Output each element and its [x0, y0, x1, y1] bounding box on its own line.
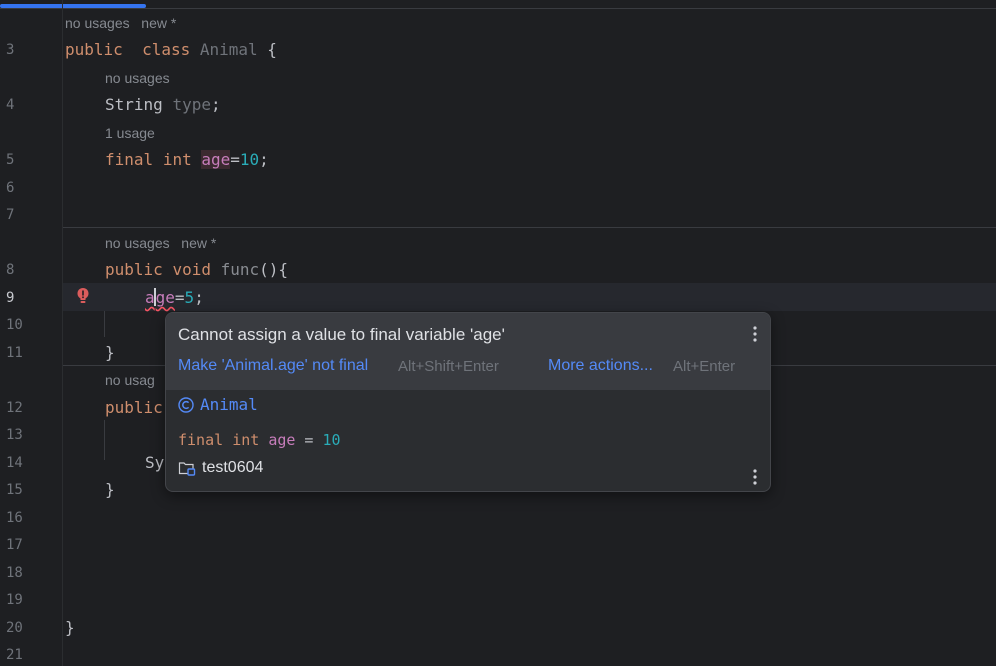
- indent-guide: [104, 311, 105, 337]
- more-actions-link[interactable]: More actions...: [548, 357, 653, 375]
- code-line[interactable]: Sy: [145, 453, 164, 473]
- line-number: 15: [6, 482, 23, 498]
- line-number: 3: [6, 42, 15, 58]
- keyword: public: [65, 40, 123, 59]
- keyword: void: [172, 260, 211, 279]
- code-punct: =: [174, 288, 185, 307]
- number-literal: 10: [239, 150, 260, 169]
- error-bulb-icon[interactable]: [76, 287, 90, 305]
- keyword: int: [162, 150, 192, 169]
- usages-hint[interactable]: no usages new *: [105, 235, 216, 251]
- module-folder-icon: [178, 462, 196, 476]
- line-number: 8: [6, 262, 15, 278]
- code-line[interactable]: final int age=10;: [105, 150, 269, 170]
- make-not-final-shortcut: Alt+Shift+Enter: [398, 358, 499, 375]
- usages-hint-text[interactable]: no usages: [105, 235, 170, 251]
- class-name: Animal: [199, 40, 258, 59]
- field-name-highlighted: age: [201, 150, 231, 169]
- progress-bar: [0, 0, 996, 8]
- indent-guide: [104, 420, 105, 460]
- line-number: 18: [6, 565, 23, 581]
- keyword: class: [142, 40, 191, 59]
- field-name: type: [172, 95, 211, 114]
- code-line[interactable]: }: [65, 618, 75, 638]
- code-line[interactable]: String type;: [105, 95, 221, 115]
- new-hint[interactable]: new *: [141, 15, 176, 31]
- line-number: 12: [6, 400, 23, 416]
- line-number: 19: [6, 592, 23, 608]
- more-vertical-icon[interactable]: [752, 325, 758, 343]
- code-line[interactable]: }: [105, 480, 115, 500]
- more-actions-shortcut: Alt+Enter: [673, 358, 736, 375]
- make-not-final-action[interactable]: Make 'Animal.age' not final: [178, 357, 368, 375]
- usages-hint[interactable]: no usag: [105, 372, 155, 388]
- code-punct: ;: [210, 95, 221, 114]
- class-reference[interactable]: Animal: [178, 395, 258, 414]
- more-vertical-icon[interactable]: [752, 468, 758, 486]
- line-number: 7: [6, 207, 15, 223]
- module-name: test0604: [202, 459, 264, 476]
- keyword: public: [105, 398, 163, 417]
- line-number: 4: [6, 97, 15, 113]
- field-declaration: final int age = 10: [178, 431, 341, 449]
- line-number: 10: [6, 317, 23, 333]
- code-punct: =: [295, 431, 323, 449]
- number-literal: 5: [184, 288, 195, 307]
- method-separator: [63, 227, 996, 228]
- line-number: 14: [6, 455, 23, 471]
- field-name: age: [268, 431, 296, 449]
- keyword: final: [105, 150, 154, 169]
- line-number: 13: [6, 427, 23, 443]
- error-message: Cannot assign a value to final variable …: [178, 325, 505, 344]
- code-line[interactable]: public void func(){: [105, 260, 288, 280]
- code-punct: (){: [259, 260, 289, 279]
- error-quick-fix-popup[interactable]: Cannot assign a value to final variable …: [165, 312, 771, 492]
- code-line[interactable]: public class Animal {: [65, 40, 277, 60]
- line-number: 16: [6, 510, 23, 526]
- line-number: 17: [6, 537, 23, 553]
- code-line[interactable]: public: [105, 398, 163, 418]
- type-name: String: [105, 95, 163, 114]
- line-number: 21: [6, 647, 23, 663]
- line-number: 20: [6, 620, 23, 636]
- tab-divider: [0, 8, 996, 9]
- method-name: func: [220, 260, 260, 279]
- class-name-link[interactable]: Animal: [200, 395, 258, 414]
- line-number-current: 9: [6, 290, 15, 306]
- usages-hint[interactable]: no usages new *: [65, 15, 176, 31]
- usages-hint[interactable]: no usages: [105, 70, 170, 86]
- number-literal: 10: [322, 431, 341, 449]
- keyword: final: [178, 431, 224, 449]
- code-punct: {: [257, 40, 277, 59]
- code-line-current[interactable]: age=5;: [145, 288, 204, 308]
- error-field-ref[interactable]: age: [145, 288, 175, 307]
- code-punct: ;: [194, 288, 204, 307]
- new-hint[interactable]: new *: [181, 235, 216, 251]
- line-number-gutter[interactable]: 3 4 5 6 7 8 9 10 11 12 13 14 15 16 17 18…: [0, 0, 63, 666]
- keyword: public: [105, 260, 163, 279]
- module-reference[interactable]: test0604: [178, 459, 263, 477]
- code-punct: ;: [259, 150, 269, 169]
- usages-hint[interactable]: 1 usage: [105, 125, 155, 141]
- usages-hint-text[interactable]: no usages: [65, 15, 130, 31]
- keyword: int: [232, 431, 260, 449]
- line-number: 6: [6, 180, 15, 196]
- code-line[interactable]: }: [105, 343, 115, 363]
- line-number: 11: [6, 345, 23, 361]
- line-number: 5: [6, 152, 15, 168]
- class-icon: [178, 396, 194, 413]
- code-punct: =: [230, 150, 240, 169]
